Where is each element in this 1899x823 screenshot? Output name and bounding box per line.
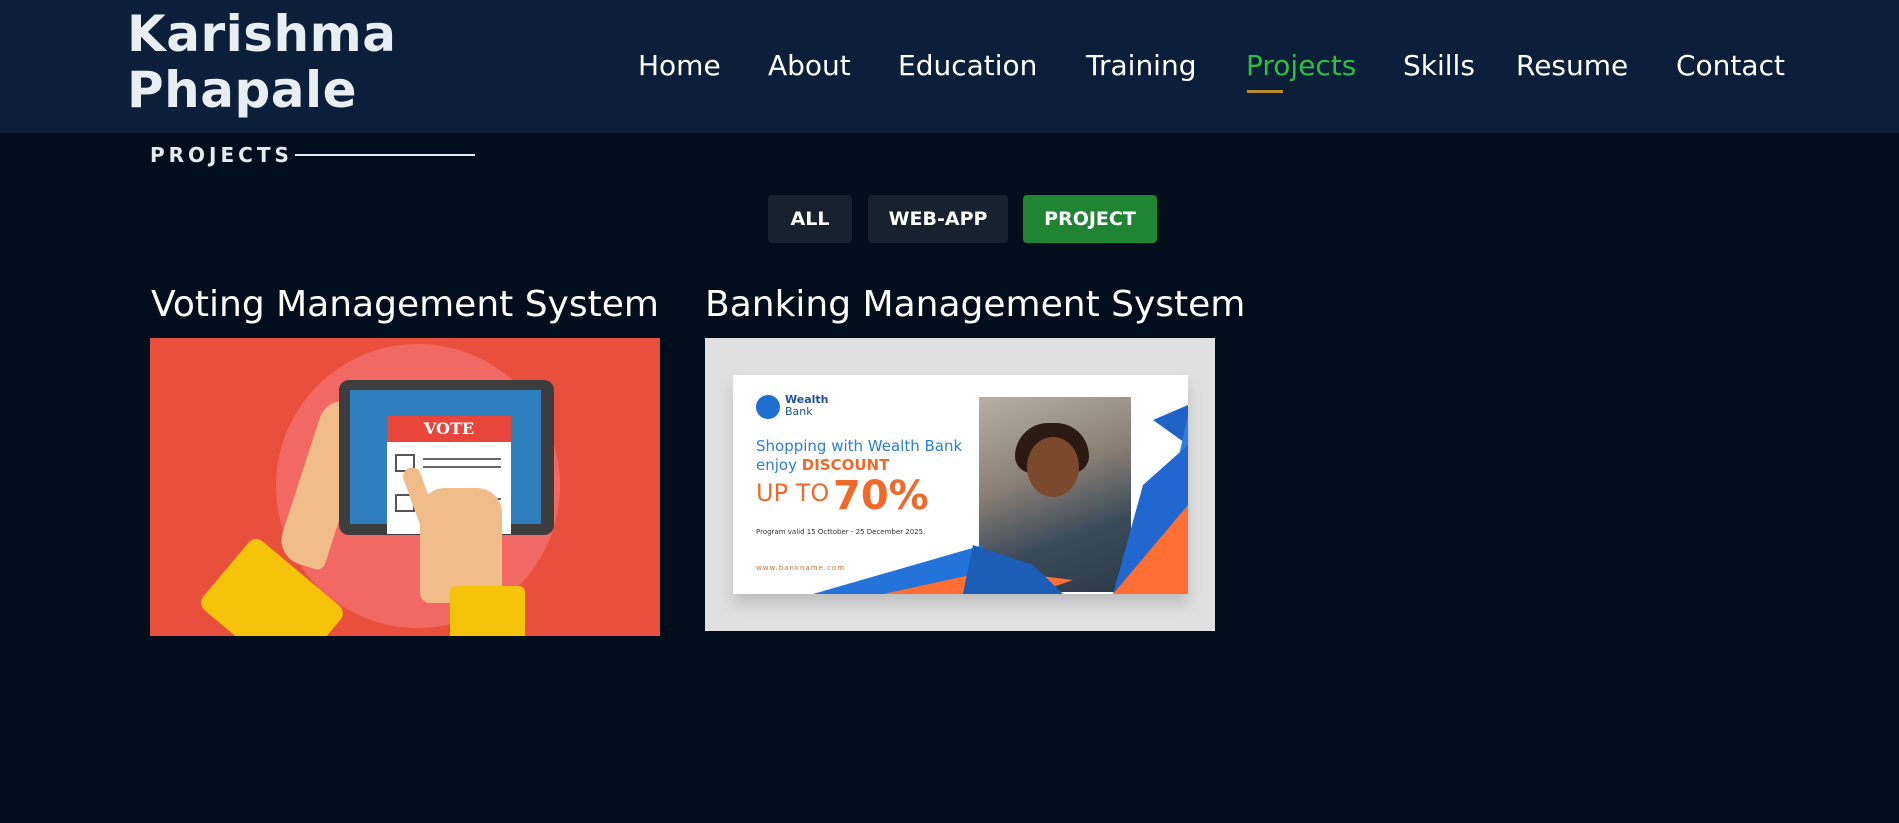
nav-home[interactable]: Home bbox=[638, 46, 721, 86]
site-header: Karishma Phapale Home About Education Tr… bbox=[0, 0, 1899, 133]
bank-decorative-shapes bbox=[813, 405, 1188, 594]
right-sleeve-illustration bbox=[450, 586, 525, 636]
nav-training[interactable]: Training bbox=[1086, 46, 1196, 86]
project-title-voting: Voting Management System bbox=[151, 284, 659, 325]
section-title: PROJECTS bbox=[150, 143, 293, 167]
nav-contact[interactable]: Contact bbox=[1676, 46, 1785, 86]
main-nav: Home About Education Training Projects S… bbox=[0, 46, 1899, 86]
project-title-banking: Banking Management System bbox=[705, 284, 1246, 325]
project-image-banking[interactable]: Wealth Bank Shopping with Wealth Bank en… bbox=[705, 338, 1215, 631]
ballot-heading: VOTE bbox=[387, 416, 511, 442]
nav-about[interactable]: About bbox=[768, 46, 851, 86]
section-title-rule bbox=[295, 154, 475, 156]
nav-skills[interactable]: Skills bbox=[1403, 46, 1475, 86]
nav-resume[interactable]: Resume bbox=[1516, 46, 1628, 86]
project-image-voting[interactable]: VOTE bbox=[150, 338, 660, 636]
ballot-line bbox=[423, 458, 501, 460]
bank-banner: Wealth Bank Shopping with Wealth Bank en… bbox=[733, 375, 1188, 594]
filter-web-app-button[interactable]: WEB-APP bbox=[868, 195, 1008, 243]
nav-active-underline bbox=[1247, 90, 1283, 93]
ballot-line bbox=[423, 466, 501, 468]
nav-projects[interactable]: Projects bbox=[1246, 46, 1356, 86]
filter-project-button[interactable]: PROJECT bbox=[1023, 195, 1157, 243]
filter-all-button[interactable]: ALL bbox=[768, 195, 852, 243]
nav-education[interactable]: Education bbox=[898, 46, 1037, 86]
